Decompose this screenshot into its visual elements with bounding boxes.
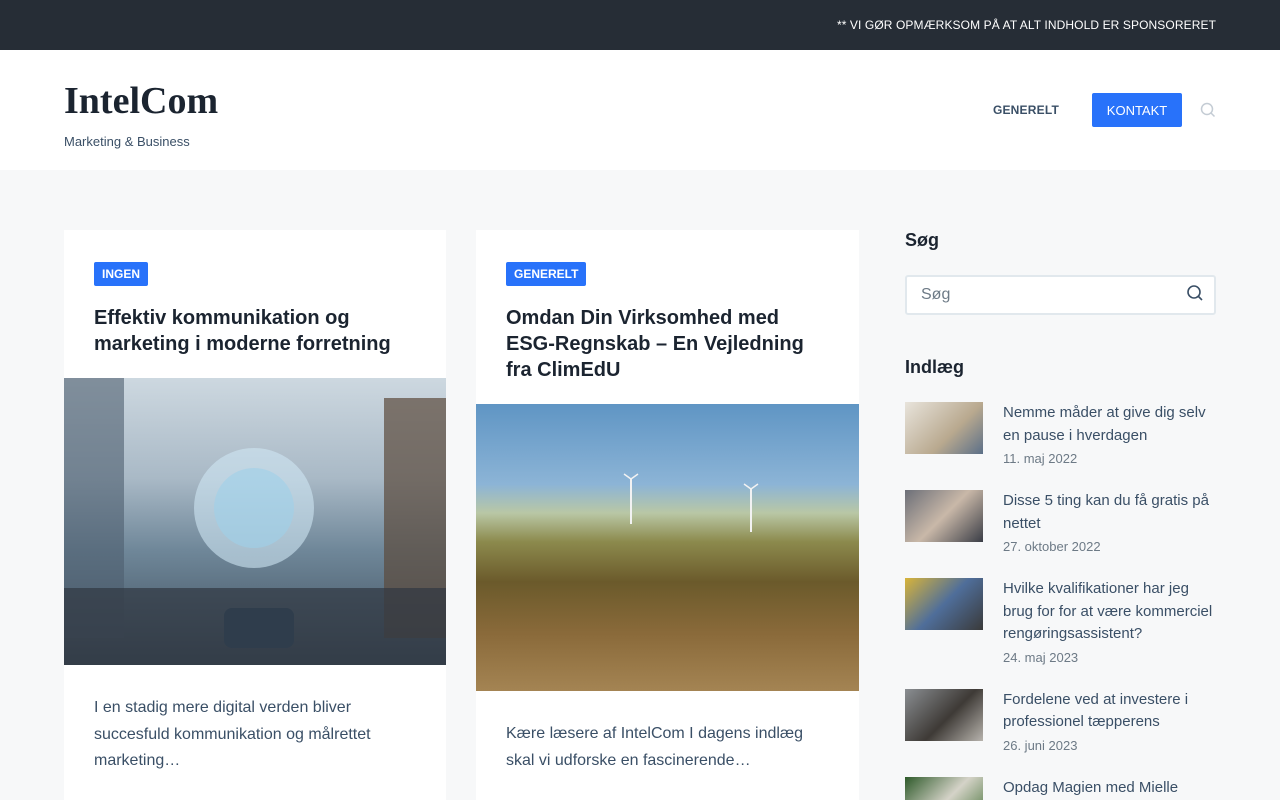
site-title[interactable]: IntelCom xyxy=(64,82,218,120)
search-input[interactable]: Søg xyxy=(905,275,1216,315)
post-excerpt: I en stadig mere digital verden bliver s… xyxy=(94,699,371,769)
recent-post-date: 26. juni 2023 xyxy=(1003,737,1078,753)
post-thumbnail[interactable] xyxy=(905,490,983,542)
search-icon[interactable] xyxy=(1200,102,1216,118)
list-item[interactable]: Disse 5 ting kan du få gratis på nettet … xyxy=(905,490,1216,554)
post-title[interactable]: Effektiv kommunikation og marketing i mo… xyxy=(94,305,416,357)
brand: IntelCom Marketing & Business xyxy=(64,82,218,149)
search-submit-icon[interactable] xyxy=(1186,284,1204,307)
list-item[interactable]: Opdag Magien med Mielle Rosemary Mint Sc… xyxy=(905,776,1216,800)
post-thumbnail[interactable] xyxy=(905,578,983,630)
post-thumbnail[interactable] xyxy=(905,688,983,741)
recent-post-date: 11. maj 2022 xyxy=(1003,451,1078,466)
recent-post-title[interactable]: Disse 5 ting kan du få gratis på nettet xyxy=(1003,490,1216,535)
site-tagline: Marketing & Business xyxy=(64,133,190,149)
posts-heading: Indlæg xyxy=(905,357,964,377)
site-header: IntelCom Marketing & Business GENERELT K… xyxy=(0,50,1280,170)
main-nav: GENERELT KONTAKT xyxy=(993,93,1216,127)
list-item[interactable]: Nemme måder at give dig selv en pause i … xyxy=(905,402,1216,466)
recent-post-date: 27. oktober 2022 xyxy=(1003,539,1101,554)
recent-post-title[interactable]: Nemme måder at give dig selv en pause i … xyxy=(1003,402,1216,447)
post-excerpt: Kære læsere af IntelCom I dagens indlæg … xyxy=(506,725,804,769)
post-image[interactable] xyxy=(476,404,859,691)
sponsor-notice: ** VI GØR OPMÆRKSOM PÅ AT ALT INDHOLD ER… xyxy=(836,18,1216,32)
post-card: GENERELT Omdan Din Virksomhed med ESG-Re… xyxy=(476,230,859,800)
sidebar: Søg Søg Indlæg Nemme måder at give dig s… xyxy=(905,230,1216,800)
post-card: INGEN Effektiv kommunikation og marketin… xyxy=(64,230,446,800)
category-badge[interactable]: GENERELT xyxy=(506,262,587,286)
post-title[interactable]: Omdan Din Virksomhed med ESG-Regnskab – … xyxy=(506,305,829,383)
post-thumbnail[interactable] xyxy=(905,402,983,454)
nav-item-generelt[interactable]: GENERELT xyxy=(993,103,1059,117)
recent-post-title[interactable]: Fordelene ved at investere i professione… xyxy=(1003,689,1216,734)
topbar: ** VI GØR OPMÆRKSOM PÅ AT ALT INDHOLD ER… xyxy=(0,0,1280,50)
recent-post-title[interactable]: Hvilke kvalifikationer har jeg brug for … xyxy=(1003,578,1216,646)
post-image[interactable] xyxy=(64,378,446,665)
nav-button-kontakt[interactable]: KONTAKT xyxy=(1092,93,1182,127)
list-item[interactable]: Fordelene ved at investere i professione… xyxy=(905,688,1216,753)
recent-post-title[interactable]: Opdag Magien med Mielle Rosemary Mint Sc… xyxy=(1003,777,1216,800)
post-thumbnail[interactable] xyxy=(905,776,983,800)
search-heading: Søg xyxy=(905,230,939,250)
list-item[interactable]: Hvilke kvalifikationer har jeg brug for … xyxy=(905,578,1216,665)
recent-post-date: 24. maj 2023 xyxy=(1003,649,1079,665)
category-badge[interactable]: INGEN xyxy=(94,262,149,286)
main-content: INGEN Effektiv kommunikation og marketin… xyxy=(0,230,1280,800)
search-placeholder: Søg xyxy=(921,286,951,303)
